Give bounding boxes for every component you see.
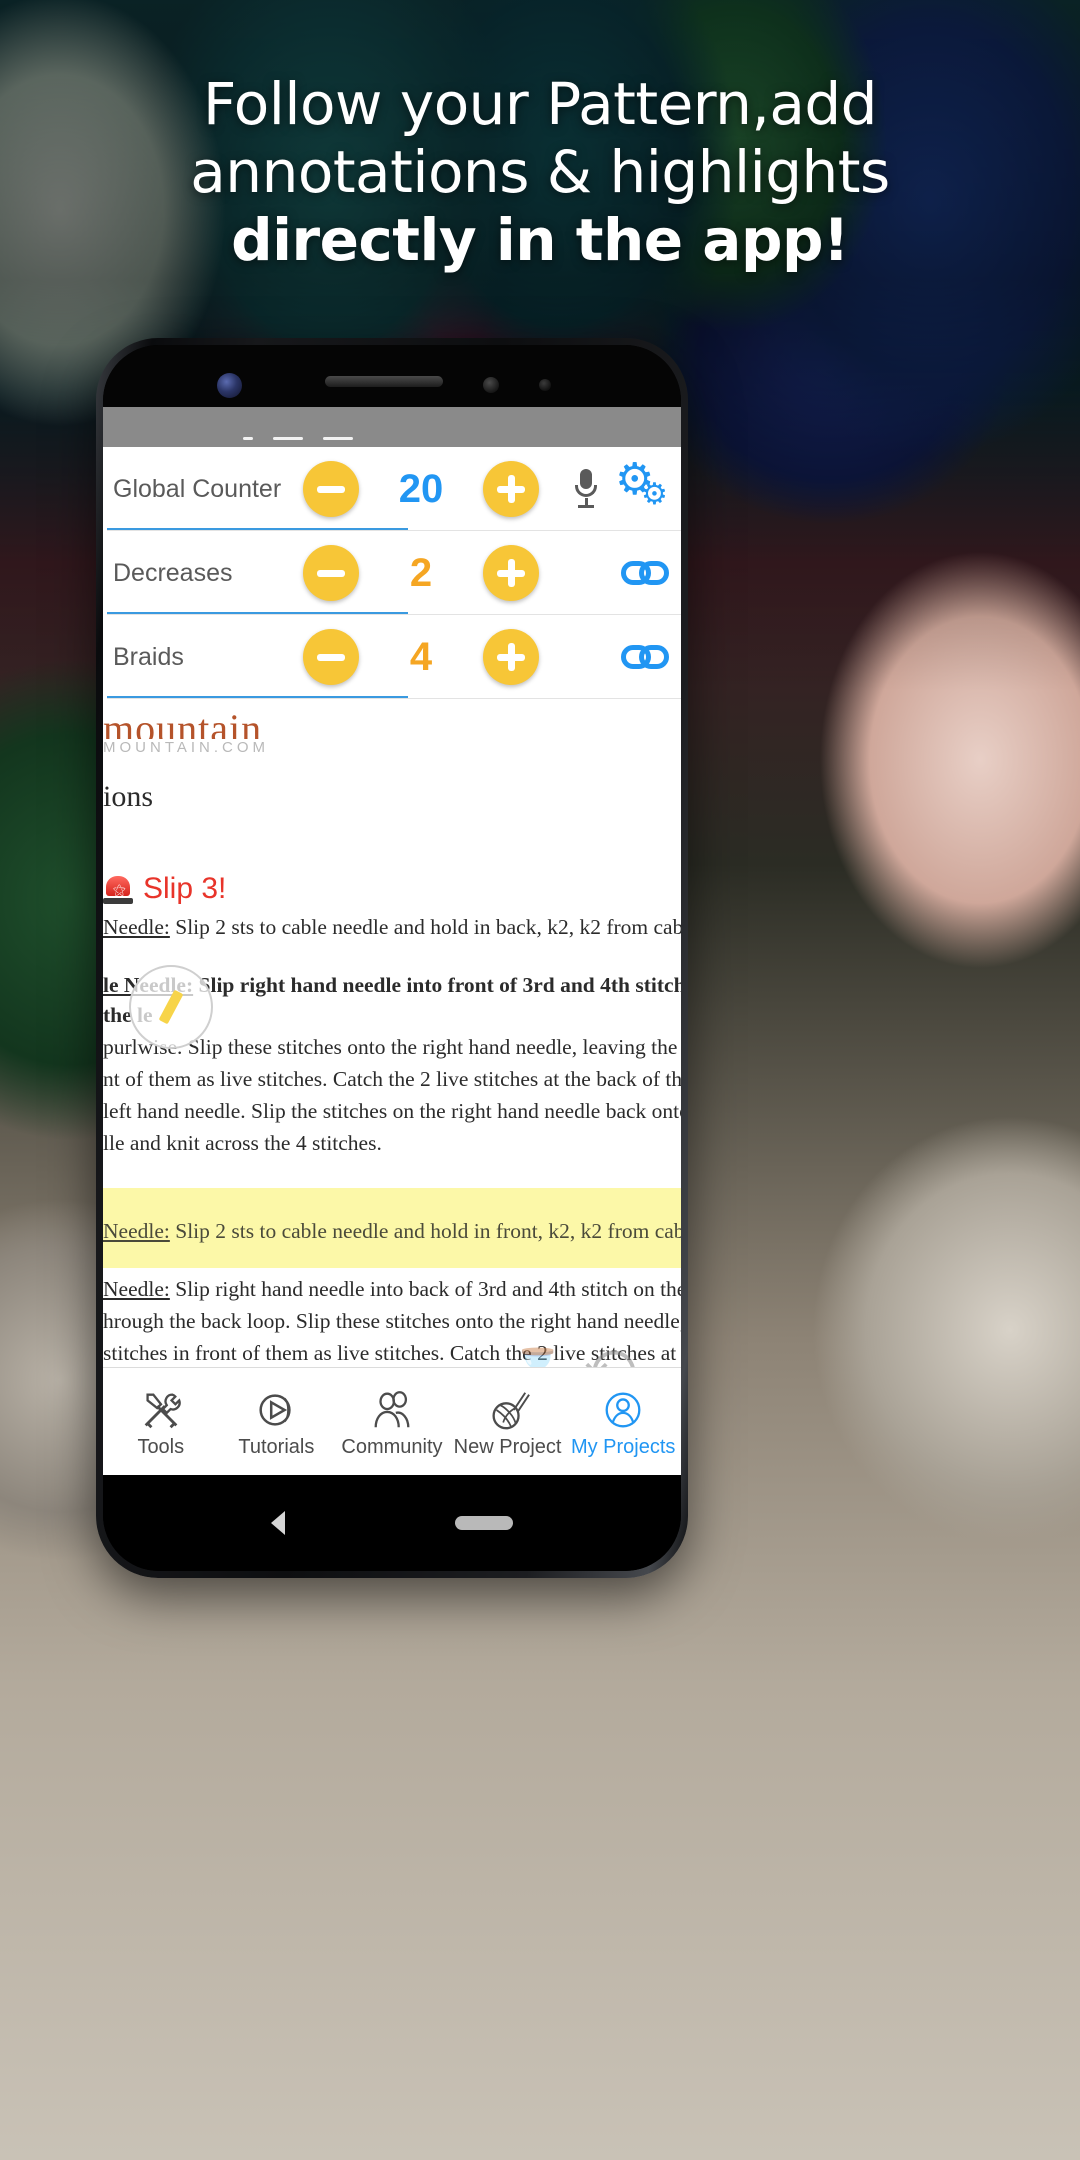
yarn-ball-icon bbox=[450, 1384, 566, 1436]
counter-label: Decreases bbox=[113, 558, 233, 587]
counter-label: Braids bbox=[113, 642, 184, 671]
status-bar-icons bbox=[243, 437, 353, 440]
paragraph-text: Slip right hand needle into back of 3rd … bbox=[169, 1277, 681, 1301]
phone-screen-frame: Global Counter 20 ⚙ ⚙ Decreases 2 Braids… bbox=[103, 345, 681, 1571]
paragraph-lead: Needle: bbox=[103, 915, 170, 939]
android-navigation-bar bbox=[103, 1475, 681, 1571]
phone-mockup: Global Counter 20 ⚙ ⚙ Decreases 2 Braids… bbox=[96, 338, 688, 1578]
annotation-slip3[interactable]: ⚝ Slip 3! bbox=[103, 872, 681, 906]
tools-icon bbox=[103, 1384, 219, 1436]
pattern-document[interactable]: mountain MOUNTAIN.COM ril ions ⚝ Slip 3!… bbox=[103, 699, 681, 1441]
paragraph-text: Slip 2 sts to cable needle and hold in f… bbox=[169, 1219, 681, 1243]
app-screen: Global Counter 20 ⚙ ⚙ Decreases 2 Braids… bbox=[103, 407, 681, 1475]
tab-tools[interactable]: Tools bbox=[103, 1384, 219, 1459]
phone-top-bezel bbox=[103, 345, 681, 407]
counter-label: Global Counter bbox=[113, 474, 282, 503]
counter-value: 4 bbox=[409, 634, 433, 679]
tab-label: Tools bbox=[137, 1436, 185, 1458]
pattern-brand: mountain bbox=[103, 706, 263, 739]
paragraph-lead: Needle: bbox=[103, 1277, 170, 1301]
pattern-paragraph: lle and knit across the 4 stitches. bbox=[103, 1131, 382, 1155]
decrement-button[interactable] bbox=[303, 545, 359, 601]
increment-button[interactable] bbox=[483, 629, 539, 685]
counter-row-global[interactable]: Global Counter 20 ⚙ ⚙ bbox=[103, 447, 681, 531]
increment-button[interactable] bbox=[483, 545, 539, 601]
promo-line-1: Follow your Pattern,add bbox=[203, 70, 878, 138]
tab-label: My Projects bbox=[570, 1436, 676, 1458]
proximity-sensor-icon bbox=[539, 379, 551, 391]
home-button[interactable] bbox=[455, 1516, 513, 1530]
link-icon[interactable] bbox=[621, 642, 673, 672]
counter-value: 20 bbox=[398, 466, 444, 511]
promo-line-2: annotations & highlights bbox=[190, 138, 890, 206]
promo-line-3: directly in the app! bbox=[231, 206, 849, 274]
paragraph-text: Slip 2 sts to cable needle and hold in b… bbox=[169, 915, 681, 939]
pattern-section-heading: ions bbox=[103, 780, 154, 813]
pattern-paragraph: nt of them as live stitches. Catch the 2… bbox=[103, 1067, 681, 1091]
play-circle-icon bbox=[219, 1384, 335, 1436]
pattern-paragraph: Needle: Slip 2 sts to cable needle and h… bbox=[103, 1216, 681, 1246]
highlighter-tool-icon[interactable] bbox=[129, 965, 213, 1049]
status-bar bbox=[103, 407, 681, 447]
tab-tutorials[interactable]: Tutorials bbox=[219, 1384, 335, 1459]
counters-panel: Global Counter 20 ⚙ ⚙ Decreases 2 Braids… bbox=[103, 447, 681, 699]
increment-button[interactable] bbox=[483, 461, 539, 517]
annotation-text: Slip 3! bbox=[143, 872, 227, 905]
decrement-button[interactable] bbox=[303, 461, 359, 517]
tab-label: Community bbox=[341, 1436, 443, 1458]
tab-my-projects[interactable]: My Projects bbox=[565, 1384, 681, 1459]
pattern-brand-sub: MOUNTAIN.COM bbox=[103, 739, 270, 756]
person-circle-icon bbox=[565, 1384, 681, 1436]
tab-label: Tutorials bbox=[238, 1436, 315, 1458]
pattern-paragraph: left hand needle. Slip the stitches on t… bbox=[103, 1099, 681, 1123]
back-button[interactable] bbox=[271, 1511, 285, 1535]
pattern-paragraph: Needle: Slip right hand needle into back… bbox=[103, 1274, 681, 1304]
pattern-page: mountain MOUNTAIN.COM ril ions ⚝ Slip 3!… bbox=[103, 699, 681, 1441]
iris-sensor-icon bbox=[483, 377, 499, 393]
pattern-paragraph: Needle: Slip 2 sts to cable needle and h… bbox=[103, 912, 681, 942]
front-camera-icon bbox=[217, 373, 242, 398]
mic-icon[interactable] bbox=[573, 469, 599, 509]
people-icon bbox=[334, 1384, 450, 1436]
bottom-tab-bar: Tools Tutorials Community New Project My… bbox=[103, 1367, 681, 1475]
counter-row-decreases[interactable]: Decreases 2 bbox=[103, 531, 681, 615]
siren-icon: ⚝ bbox=[103, 874, 133, 904]
highlighted-passage[interactable]: Needle: Slip 2 sts to cable needle and h… bbox=[103, 1188, 681, 1268]
decrement-button[interactable] bbox=[303, 629, 359, 685]
link-icon[interactable] bbox=[621, 558, 673, 588]
pattern-paragraph: hrough the back loop. Slip these stitche… bbox=[103, 1309, 681, 1333]
gear-icon[interactable]: ⚙ ⚙ bbox=[615, 458, 673, 516]
counter-value: 2 bbox=[409, 550, 433, 595]
counter-row-braids[interactable]: Braids 4 bbox=[103, 615, 681, 699]
promo-headline: Follow your Pattern,add annotations & hi… bbox=[0, 70, 1080, 274]
tab-new-project[interactable]: New Project bbox=[450, 1384, 566, 1459]
tab-label: New Project bbox=[453, 1436, 562, 1458]
tab-community[interactable]: Community bbox=[334, 1384, 450, 1459]
paragraph-lead: Needle: bbox=[103, 1219, 170, 1243]
earpiece-speaker bbox=[325, 376, 443, 387]
